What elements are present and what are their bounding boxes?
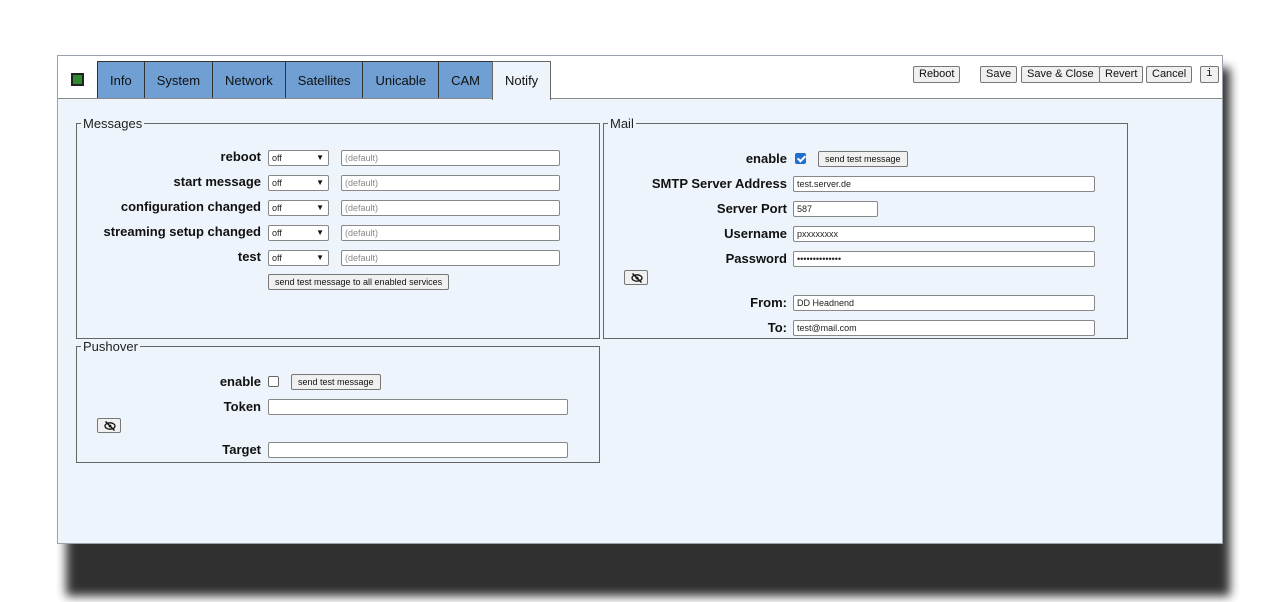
smtp-server-input[interactable]: test.server.de [793,176,1095,192]
tab-list: Info System Network Satellites Unicable … [97,61,552,100]
mail-enable-label: enable [745,151,787,166]
token-label: Token [223,399,261,414]
pushover-legend: Pushover [83,339,138,354]
eye-slash-icon [631,273,643,283]
pushover-panel: Pushover enable send test message Token … [76,339,600,463]
password-input[interactable]: •••••••••••••• [793,251,1095,267]
smtp-server-label: SMTP Server Address [651,176,787,191]
tab-satellites[interactable]: Satellites [284,61,364,98]
target-input[interactable] [268,442,568,458]
messages-panel: Messages reboot off ▼ (default) start mes… [76,116,600,339]
reboot-message-input[interactable]: (default) [341,150,560,166]
test-label: test [237,249,261,264]
streaming-setup-changed-label: streaming setup changed [103,224,261,239]
chevron-down-icon: ▼ [316,153,324,162]
streaming-setup-changed-select[interactable]: off ▼ [268,225,329,241]
start-message-label: start message [173,174,261,189]
chevron-down-icon: ▼ [316,228,324,237]
tab-cam[interactable]: CAM [438,61,493,98]
save-close-button[interactable]: Save & Close [1021,66,1100,83]
from-input[interactable]: DD Headnend [793,295,1095,311]
pushover-send-test-button[interactable]: send test message [291,374,381,390]
status-led-icon [71,73,84,86]
save-button[interactable]: Save [980,66,1018,83]
configuration-changed-select-value: off [272,203,282,213]
tab-info[interactable]: Info [97,61,145,98]
username-label: Username [724,226,787,241]
mail-panel: Mail enable send test message SMTP Serve… [603,116,1128,339]
revert-button[interactable]: Revert [1099,66,1144,83]
mail-enable-checkbox[interactable] [795,153,806,164]
server-port-label: Server Port [716,201,787,216]
tab-unicable[interactable]: Unicable [362,61,440,98]
test-select[interactable]: off ▼ [268,250,329,266]
pushover-toggle-visibility-button[interactable] [97,418,121,433]
pushover-enable-checkbox[interactable] [268,376,279,387]
token-input[interactable] [268,399,568,415]
cancel-button[interactable]: Cancel [1146,66,1193,83]
streaming-setup-changed-input[interactable]: (default) [341,225,560,241]
server-port-input[interactable]: 587 [793,201,878,217]
start-message-select[interactable]: off ▼ [268,175,329,191]
reboot-button[interactable]: Reboot [913,66,961,83]
chevron-down-icon: ▼ [316,253,324,262]
tab-system[interactable]: System [143,61,214,98]
mail-legend: Mail [610,116,634,131]
reboot-select[interactable]: off ▼ [268,150,329,166]
username-input[interactable]: pxxxxxxxx [793,226,1095,242]
to-label: To: [767,320,787,335]
streaming-setup-changed-select-value: off [272,228,282,238]
configuration-changed-input[interactable]: (default) [341,200,560,216]
to-input[interactable]: test@mail.com [793,320,1095,336]
mail-toggle-visibility-button[interactable] [624,270,648,285]
from-label: From: [750,295,787,310]
test-select-value: off [272,253,282,263]
messages-legend: Messages [83,116,143,131]
password-label: Password [725,251,787,266]
reboot-select-value: off [272,153,282,163]
target-label: Target [222,442,261,457]
chevron-down-icon: ▼ [316,203,324,212]
send-test-all-button[interactable]: send test message to all enabled service… [268,274,450,290]
reboot-label: reboot [220,149,261,164]
info-button[interactable]: i [1200,66,1219,83]
configuration-changed-label: configuration changed [120,199,261,214]
tab-bar: Info System Network Satellites Unicable … [58,56,1222,100]
mail-send-test-button[interactable]: send test message [818,151,908,167]
start-message-input[interactable]: (default) [341,175,560,191]
chevron-down-icon: ▼ [316,178,324,187]
test-message-input[interactable]: (default) [341,250,560,266]
eye-slash-icon [104,421,116,431]
config-window: Info System Network Satellites Unicable … [57,55,1223,544]
start-message-select-value: off [272,178,282,188]
pushover-enable-label: enable [219,374,261,389]
tab-notify[interactable]: Notify [491,61,552,100]
tab-network[interactable]: Network [212,61,286,98]
configuration-changed-select[interactable]: off ▼ [268,200,329,216]
